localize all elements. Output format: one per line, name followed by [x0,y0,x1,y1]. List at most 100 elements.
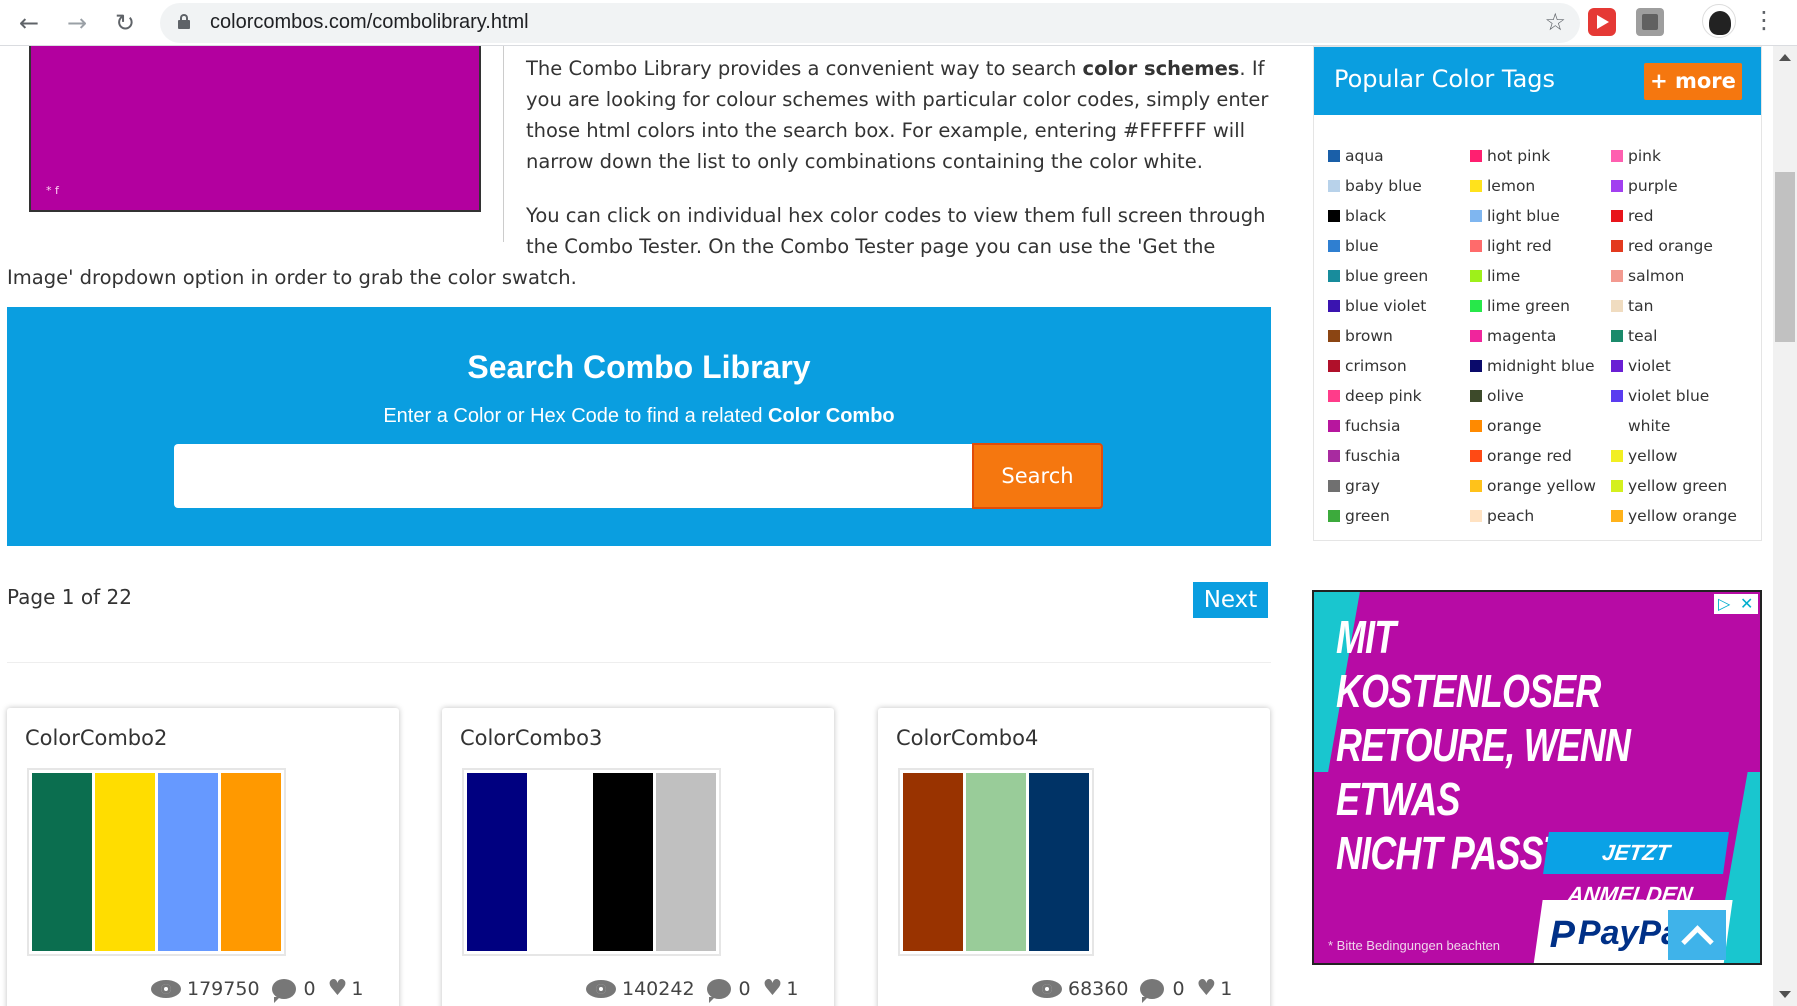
tag-label: deep pink [1345,387,1422,405]
url-text[interactable]: colorcombos.com/combolibrary.html [210,11,529,34]
combo-card[interactable]: ColorCombo3 140242 0 ♥ 1 [442,708,834,1006]
tag-label: orange red [1487,447,1572,465]
color-tag-link[interactable]: blue green [1328,261,1428,291]
color-tag-link[interactable]: lemon [1470,171,1596,201]
color-tag-link[interactable]: yellow orange [1611,501,1737,531]
extension-video-icon[interactable] [1588,8,1616,36]
bookmark-star-icon[interactable]: ☆ [1544,8,1566,36]
color-tag-link[interactable]: red orange [1611,231,1737,261]
color-swatch[interactable] [95,773,155,951]
ad-cta-button[interactable]: JETZT ANMELDEN [1543,832,1729,907]
color-tag-link[interactable]: salmon [1611,261,1737,291]
combo-title[interactable]: ColorCombo3 [460,726,602,750]
color-swatch[interactable] [32,773,92,951]
tag-label: midnight blue [1487,357,1595,375]
tag-color-chip [1611,450,1623,462]
combo-swatch-group[interactable] [27,768,286,956]
combo-title[interactable]: ColorCombo2 [25,726,167,750]
color-swatch[interactable] [221,773,281,951]
tag-label: tan [1628,297,1654,315]
search-button[interactable]: Search [972,443,1103,509]
color-tag-link[interactable]: violet [1611,351,1737,381]
page-scrollbar[interactable] [1773,46,1797,1006]
search-subtitle-emphasis: Color Combo [768,405,895,427]
color-tag-link[interactable]: lime green [1470,291,1596,321]
color-tag-link[interactable]: hot pink [1470,141,1596,171]
scroll-thumb[interactable] [1775,172,1795,342]
color-tag-link[interactable]: pink [1611,141,1737,171]
heart-icon[interactable]: ♥ [328,976,348,1001]
tag-color-chip [1611,210,1623,222]
combo-swatch-group[interactable] [898,768,1094,956]
color-tag-link[interactable]: red [1611,201,1737,231]
search-title: Search Combo Library [467,349,811,385]
close-icon[interactable]: ✕ [1740,594,1753,614]
heart-icon[interactable]: ♥ [763,976,783,1001]
heart-icon[interactable]: ♥ [1197,976,1217,1001]
combo-swatch-group[interactable] [462,768,721,956]
color-tag-link[interactable]: black [1328,201,1428,231]
color-tag-link[interactable]: violet blue [1611,381,1737,411]
ad-choices-icon[interactable]: ▷ ✕ [1714,594,1758,614]
color-tag-link[interactable]: olive [1470,381,1596,411]
color-tag-link[interactable]: brown [1328,321,1428,351]
scroll-up-arrow-icon[interactable] [1779,54,1791,61]
next-page-button[interactable]: Next [1193,582,1268,618]
color-tag-link[interactable]: magenta [1470,321,1596,351]
color-tag-link[interactable]: deep pink [1328,381,1428,411]
extension-puzzle-icon[interactable] [1636,8,1664,36]
color-tag-link[interactable]: purple [1611,171,1737,201]
combo-card[interactable]: ColorCombo2 179750 0 ♥ 1 [7,708,399,1006]
combo-title[interactable]: ColorCombo4 [896,726,1038,750]
forward-arrow-icon[interactable]: → [58,4,96,42]
color-tag-link[interactable]: orange yellow [1470,471,1596,501]
color-tag-link[interactable]: peach [1470,501,1596,531]
tag-label: lime [1487,267,1521,285]
color-tag-link[interactable]: light red [1470,231,1596,261]
back-to-top-button[interactable] [1668,910,1726,960]
color-tag-link[interactable]: orange [1470,411,1596,441]
advertisement[interactable]: MIT KOSTENLOSER RETOURE, WENN ETWAS NICH… [1312,590,1762,965]
color-tag-link[interactable]: white [1611,411,1737,441]
color-tag-link[interactable]: fuschia [1328,441,1428,471]
color-tag-link[interactable]: midnight blue [1470,351,1596,381]
color-swatch[interactable] [966,773,1026,951]
color-tag-link[interactable]: light blue [1470,201,1596,231]
search-panel: Search Combo Library Enter a Color or He… [7,307,1271,546]
tag-color-chip [1611,420,1623,432]
color-tag-link[interactable]: orange red [1470,441,1596,471]
color-swatch[interactable] [530,773,590,951]
color-tag-link[interactable]: yellow green [1611,471,1737,501]
color-tag-link[interactable]: aqua [1328,141,1428,171]
more-tags-button[interactable]: + more [1644,63,1742,100]
color-swatch[interactable] [467,773,527,951]
color-tag-link[interactable]: yellow [1611,441,1737,471]
ad-info-icon[interactable]: ▷ [1718,594,1730,614]
color-tag-link[interactable]: blue violet [1328,291,1428,321]
lock-icon [178,14,190,29]
combo-card[interactable]: ColorCombo4 68360 0 ♥ 1 [878,708,1270,1006]
scroll-down-arrow-icon[interactable] [1779,991,1791,998]
address-bar[interactable]: colorcombos.com/combolibrary.html ☆ [160,3,1580,43]
color-swatch[interactable] [903,773,963,951]
color-tag-link[interactable]: gray [1328,471,1428,501]
color-tag-link[interactable]: tan [1611,291,1737,321]
color-tag-link[interactable]: green [1328,501,1428,531]
color-tag-link[interactable]: lime [1470,261,1596,291]
color-swatch[interactable] [656,773,716,951]
color-swatch[interactable] [593,773,653,951]
browser-menu-icon[interactable]: ⋮ [1752,6,1776,34]
reload-icon[interactable]: ↻ [106,4,144,42]
search-input[interactable] [174,444,980,508]
color-tag-link[interactable]: crimson [1328,351,1428,381]
color-tag-link[interactable]: fuchsia [1328,411,1428,441]
color-tag-link[interactable]: blue [1328,231,1428,261]
color-tag-link[interactable]: baby blue [1328,171,1428,201]
color-tag-link[interactable]: teal [1611,321,1737,351]
tag-label: hot pink [1487,147,1551,165]
profile-avatar[interactable] [1702,4,1736,38]
comment-count: 0 [738,977,751,1000]
back-arrow-icon[interactable]: ← [10,4,48,42]
color-swatch[interactable] [158,773,218,951]
color-swatch[interactable] [1029,773,1089,951]
